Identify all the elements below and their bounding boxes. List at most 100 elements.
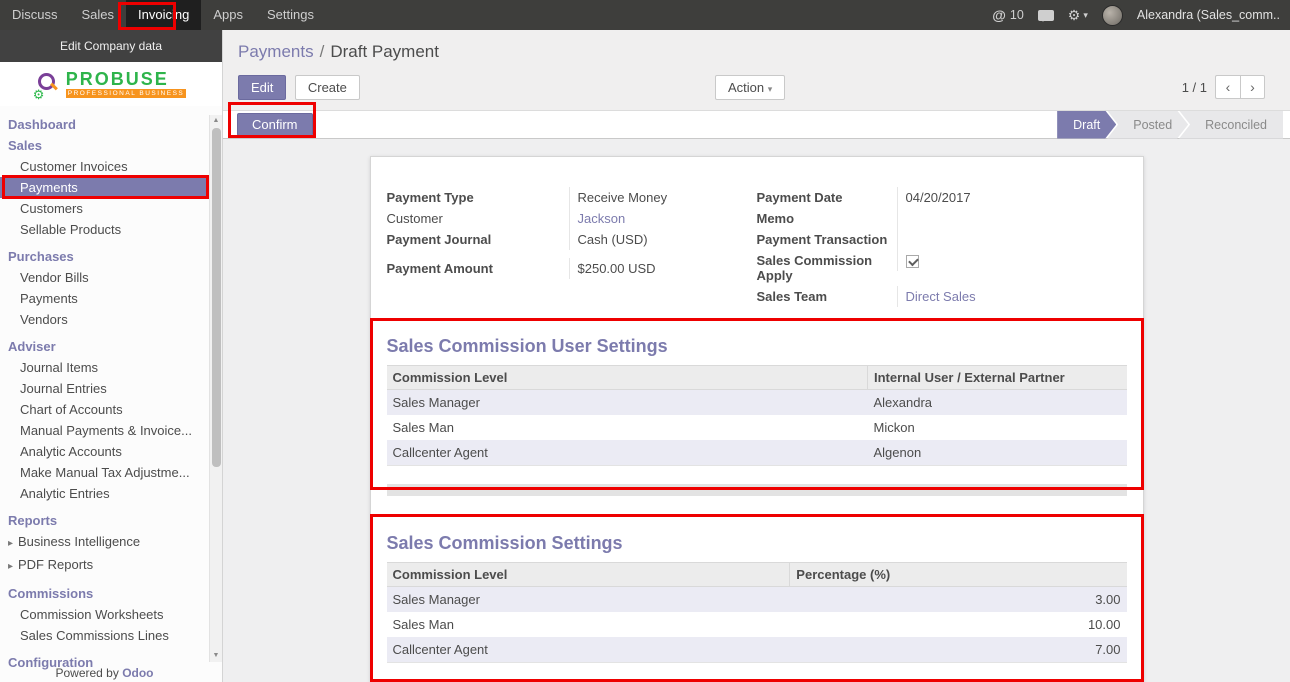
column-header-commission-level[interactable]: Commission Level (387, 366, 868, 390)
sidebar-item-pdf-reports[interactable]: ▸PDF Reports (0, 554, 209, 577)
sidebar-item-sales-commissions-lines[interactable]: Sales Commissions Lines (0, 625, 209, 646)
topbar-menu-discuss[interactable]: Discuss (0, 0, 70, 30)
table-horizontal-scrollbar[interactable] (387, 484, 1127, 496)
sales-team-link[interactable]: Direct Sales (906, 289, 976, 304)
user-menu[interactable]: Alexandra (Sales_comm.. (1137, 8, 1280, 22)
sidebar-item-commission-worksheets[interactable]: Commission Worksheets (0, 604, 209, 625)
sidebar-item-make-manual-tax-adjustments[interactable]: Make Manual Tax Adjustme... (0, 462, 209, 483)
powered-by-odoo[interactable]: Powered by Odoo (0, 666, 209, 680)
sales-commission-apply-label: Sales Commission Apply (757, 250, 897, 286)
payment-date-value: 04/20/2017 (897, 187, 1127, 208)
table-row[interactable]: Sales Man Mickon (387, 415, 1127, 440)
section-title-user-settings: Sales Commission User Settings (387, 335, 1127, 357)
sidebar-item-vendors[interactable]: Vendors (0, 309, 209, 330)
page: Discuss Sales Invoicing Apps Settings @ … (0, 0, 1290, 682)
sidebar-item-customer-invoices[interactable]: Customer Invoices (0, 156, 209, 177)
cell-commission-level: Callcenter Agent (387, 440, 868, 466)
table-row[interactable]: Sales Manager Alexandra (387, 390, 1127, 416)
sidebar-item-vendor-bills[interactable]: Vendor Bills (0, 267, 209, 288)
logo-subtext: PROFESSIONAL BUSINESS (66, 89, 187, 98)
sidebar-item-journal-items[interactable]: Journal Items (0, 357, 209, 378)
table-row[interactable]: Callcenter Agent 7.00 (387, 637, 1127, 663)
column-header-internal-user[interactable]: Internal User / External Partner (868, 366, 1127, 390)
section-title-commission-settings: Sales Commission Settings (387, 532, 1127, 554)
action-group: Action ▾ (715, 75, 789, 100)
content-area: Payment Type Receive Money Customer Jack… (223, 139, 1290, 682)
sidebar-section-adviser[interactable]: Adviser (0, 336, 209, 357)
memo-label: Memo (757, 208, 897, 229)
payment-journal-label: Payment Journal (387, 229, 569, 250)
pager-buttons: ‹ › (1215, 75, 1265, 99)
cell-commission-level: Sales Manager (387, 587, 790, 613)
confirm-button[interactable]: Confirm (237, 113, 313, 136)
pager-previous-button[interactable]: ‹ (1215, 75, 1240, 99)
status-draft[interactable]: Draft (1057, 111, 1116, 139)
table-row[interactable]: Callcenter Agent Algenon (387, 440, 1127, 466)
sidebar-section-reports[interactable]: Reports (0, 510, 209, 531)
create-button[interactable]: Create (295, 75, 360, 100)
sidebar-section-purchases[interactable]: Purchases (0, 246, 209, 267)
sidebar-item-payments[interactable]: Payments (0, 177, 209, 198)
breadcrumb-payments[interactable]: Payments (238, 42, 314, 61)
payment-date-label: Payment Date (757, 187, 897, 208)
odoo-brand: Odoo (122, 666, 153, 680)
company-logo[interactable]: ⚙ PROBUSE PROFESSIONAL BUSINESS (0, 62, 222, 106)
topbar-menu-invoicing[interactable]: Invoicing (126, 0, 201, 30)
debug-menu[interactable]: ⚙ ▾ (1068, 7, 1088, 24)
topbar: Discuss Sales Invoicing Apps Settings @ … (0, 0, 1290, 30)
sidebar-item-chart-of-accounts[interactable]: Chart of Accounts (0, 399, 209, 420)
sidebar-item-customers[interactable]: Customers (0, 198, 209, 219)
edit-company-button[interactable]: Edit Company data (0, 30, 222, 62)
sidebar-item-payments-purchases[interactable]: Payments (0, 288, 209, 309)
scroll-down-icon[interactable]: ▼ (210, 650, 222, 662)
column-header-percentage[interactable]: Percentage (%) (790, 563, 1127, 587)
action-dropdown[interactable]: Action ▾ (715, 75, 785, 100)
payment-form: Payment Type Receive Money Customer Jack… (387, 187, 1127, 307)
sidebar-item-manual-payments-invoice[interactable]: Manual Payments & Invoice... (0, 420, 209, 441)
sidebar-section-commissions[interactable]: Commissions (0, 583, 209, 604)
sidebar-scrollbar[interactable]: ▲ ▼ (209, 115, 222, 662)
payment-transaction-label: Payment Transaction (757, 229, 897, 250)
form-sheet: Payment Type Receive Money Customer Jack… (370, 156, 1144, 682)
pager-value: 1 / 1 (1182, 80, 1207, 95)
cell-commission-level: Sales Man (387, 612, 790, 637)
sidebar-item-label: Business Intelligence (18, 534, 140, 549)
sidebar-section-sales[interactable]: Sales (0, 135, 209, 156)
gear-icon: ⚙ (33, 88, 45, 101)
logo-text-wrap: PROBUSE PROFESSIONAL BUSINESS (66, 70, 187, 98)
mentions-indicator[interactable]: @ 10 (992, 7, 1024, 23)
mention-count: 10 (1010, 8, 1024, 22)
table-row[interactable]: Sales Manager 3.00 (387, 587, 1127, 613)
topbar-menu-settings[interactable]: Settings (255, 0, 326, 30)
scrollbar-thumb[interactable] (212, 128, 221, 467)
edit-button[interactable]: Edit (238, 75, 286, 100)
sidebar-item-analytic-accounts[interactable]: Analytic Accounts (0, 441, 209, 462)
user-avatar[interactable] (1102, 5, 1123, 26)
sidebar-item-business-intelligence[interactable]: ▸Business Intelligence (0, 531, 209, 554)
section-commission-user-settings: Sales Commission User Settings Commissio… (387, 335, 1127, 496)
topbar-menu-sales[interactable]: Sales (70, 0, 127, 30)
pager-next-button[interactable]: › (1240, 75, 1265, 99)
sidebar-item-journal-entries[interactable]: Journal Entries (0, 378, 209, 399)
scroll-up-icon[interactable]: ▲ (210, 115, 222, 127)
sidebar-menu: Dashboard Sales Customer Invoices Paymen… (0, 106, 209, 673)
status-states: Draft Posted Reconciled (1057, 111, 1283, 139)
sales-team-label: Sales Team (757, 286, 897, 307)
sidebar-item-sellable-products[interactable]: Sellable Products (0, 219, 209, 240)
customer-link[interactable]: Jackson (578, 211, 626, 226)
sidebar-section-dashboard[interactable]: Dashboard (0, 114, 209, 135)
sidebar-item-analytic-entries[interactable]: Analytic Entries (0, 483, 209, 504)
table-row[interactable]: Sales Man 10.00 (387, 612, 1127, 637)
topbar-menu-apps[interactable]: Apps (201, 0, 255, 30)
column-header-commission-level[interactable]: Commission Level (387, 563, 790, 587)
pager: 1 / 1 ‹ › (1182, 75, 1265, 99)
status-posted[interactable]: Posted (1107, 111, 1188, 139)
chat-icon[interactable] (1038, 10, 1054, 21)
action-label: Action (728, 80, 764, 95)
caret-down-icon: ▾ (1083, 10, 1088, 21)
sales-commission-apply-checkbox[interactable] (906, 255, 919, 268)
cell-commission-level: Sales Manager (387, 390, 868, 416)
main-area: Payments/Draft Payment Edit Create Actio… (223, 30, 1290, 682)
cell-commission-level: Callcenter Agent (387, 637, 790, 663)
status-reconciled[interactable]: Reconciled (1179, 111, 1283, 139)
